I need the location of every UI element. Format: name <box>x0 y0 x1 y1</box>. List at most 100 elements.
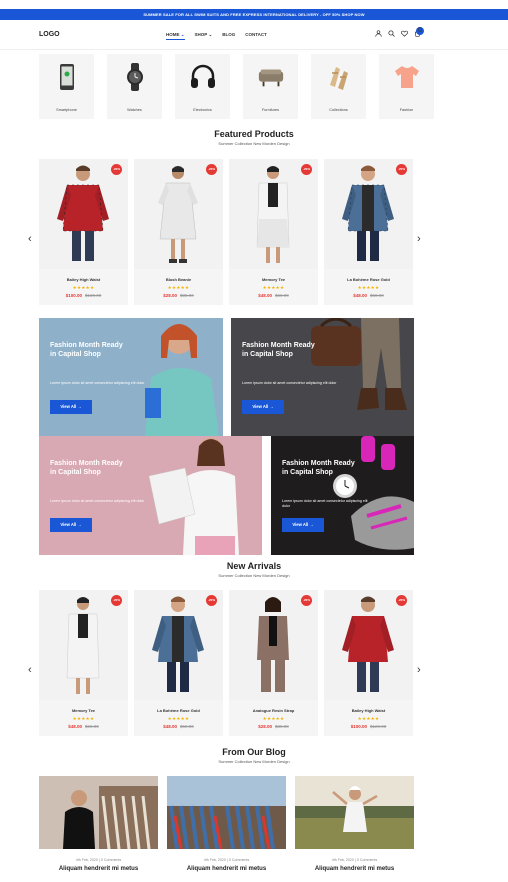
featured-next-arrow[interactable]: › <box>417 234 421 245</box>
rating-stars: ★★★★★ <box>167 716 190 721</box>
banner-title: Fashion Month Ready in Capital Shop <box>242 342 315 358</box>
nav-home[interactable]: HOME ⌄ <box>166 32 185 40</box>
category-watches[interactable]: Watches <box>107 54 162 119</box>
product-price: $48.00 $60.00 <box>68 724 99 729</box>
product-card[interactable]: -20% Analogue Resin Strap ★★★★★ $28.00 $3… <box>229 590 318 736</box>
banner-description: Lorem ipsum dolor sit amet consectetur a… <box>50 499 145 503</box>
nav-shop[interactable]: SHOP ⌄ <box>195 32 213 40</box>
blog-image[interactable] <box>39 776 158 849</box>
featured-prev-arrow[interactable]: ‹ <box>28 234 32 245</box>
view-all-button[interactable]: View All → <box>242 400 284 414</box>
category-smartphone[interactable]: Smartphone <box>39 54 94 119</box>
category-electronics[interactable]: Electronics <box>175 54 230 119</box>
featured-product-list: -20% Bailey High Waist ★★★★★ $100.00 $120… <box>39 159 413 305</box>
smartphone-icon <box>53 63 81 91</box>
rating-stars: ★★★★★ <box>357 716 380 721</box>
product-image[interactable] <box>39 159 128 269</box>
blog-title: From Our Blog <box>222 747 286 757</box>
product-card[interactable]: -20% La Bohème Rose Gold ★★★★★ $48.00 $60… <box>134 590 223 736</box>
cart-icon[interactable]: 0 <box>413 27 424 38</box>
product-card[interactable]: -20% Bailey High Waist ★★★★★ $100.00 $120… <box>324 590 413 736</box>
product-card[interactable]: -20% Memory Tee ★★★★★ $48.00 $60.00 <box>229 159 318 305</box>
product-name[interactable]: La Bohème Rose Gold <box>134 708 223 713</box>
blog-image[interactable] <box>167 776 286 849</box>
product-name[interactable]: La Bohème Rose Gold <box>324 277 413 282</box>
category-fashion[interactable]: Fashion <box>379 54 434 119</box>
rating-stars: ★★★★★ <box>167 285 190 290</box>
view-all-button[interactable]: View All → <box>282 518 324 532</box>
blog-image[interactable] <box>295 776 414 849</box>
watch-icon <box>121 63 149 91</box>
view-all-button[interactable]: View All → <box>50 518 92 532</box>
promo-banner[interactable]: Fashion Month Ready in Capital Shop Lore… <box>39 318 223 436</box>
product-name[interactable]: Bailey High Waist <box>39 277 128 282</box>
discount-badge: -20% <box>111 164 122 175</box>
arrivals-title: New Arrivals <box>226 561 282 571</box>
discount-badge: -20% <box>206 164 217 175</box>
rating-stars: ★★★★★ <box>262 285 285 290</box>
arrivals-next-arrow[interactable]: › <box>417 665 421 676</box>
view-all-button[interactable]: View All → <box>50 400 92 414</box>
product-price: $48.00 $60.00 <box>258 293 289 298</box>
product-price: $48.00 $60.00 <box>353 293 384 298</box>
product-price: $28.00 $35.00 <box>163 293 194 298</box>
category-furnitures[interactable]: Furnitures <box>243 54 298 119</box>
featured-title: Featured Products <box>214 129 294 139</box>
search-icon[interactable] <box>387 30 395 38</box>
product-image[interactable] <box>134 590 223 700</box>
product-price: $100.00 $120.00 <box>350 724 387 729</box>
blog-post-title[interactable]: Aliquam hendrerit mi metus <box>167 866 286 872</box>
heart-icon[interactable] <box>400 30 408 38</box>
ottoman-icon <box>257 63 285 91</box>
category-collections[interactable]: Collections <box>311 54 366 119</box>
arrivals-subtitle: Summer Collection New Morden Design <box>218 573 290 578</box>
product-card[interactable]: -20% Memory Tee ★★★★★ $48.00 $60.00 <box>39 590 128 736</box>
product-image[interactable] <box>39 590 128 700</box>
blog-card[interactable]: 4th Feb, 2020 | 0 Comments Aliquam hendr… <box>39 776 158 882</box>
nav-contact[interactable]: CONTACT <box>245 32 267 40</box>
blog-meta: 4th Feb, 2020 | 0 Comments <box>75 858 122 862</box>
rating-stars: ★★★★★ <box>357 285 380 290</box>
product-card[interactable]: -20% Bailey High Waist ★★★★★ $100.00 $120… <box>39 159 128 305</box>
rating-stars: ★★★★★ <box>72 716 95 721</box>
blog-post-title[interactable]: Aliquam hendrerit mi metus <box>295 866 414 872</box>
product-image[interactable] <box>229 590 318 700</box>
promo-banner[interactable]: Fashion Month Ready in Capital Shop Lore… <box>39 436 262 555</box>
product-name[interactable]: Bailey High Waist <box>324 708 413 713</box>
promo-banner[interactable]: Fashion Month Ready in Capital Shop Lore… <box>271 436 414 555</box>
blog-list: 4th Feb, 2020 | 0 Comments Aliquam hendr… <box>39 776 414 882</box>
product-image[interactable] <box>324 590 413 700</box>
blog-meta: 4th Feb, 2020 | 0 Comments <box>203 858 250 862</box>
discount-badge: -20% <box>111 595 122 606</box>
product-name[interactable]: Memory Tee <box>39 708 128 713</box>
product-name[interactable]: Analogue Resin Strap <box>229 708 318 713</box>
arrivals-prev-arrow[interactable]: ‹ <box>28 665 32 676</box>
user-icon[interactable] <box>374 30 382 38</box>
blog-card[interactable]: 4th Feb, 2020 | 0 Comments Aliquam hendr… <box>167 776 286 882</box>
product-image[interactable] <box>229 159 318 269</box>
tshirt-icon <box>393 63 421 91</box>
banner-description: Lorem ipsum dolor sit amet consectetur a… <box>242 381 337 385</box>
promo-bar[interactable]: SUMMER SALE FOR ALL SWIM SUITS AND FREE … <box>0 9 508 20</box>
product-image[interactable] <box>134 159 223 269</box>
header-actions: 0 <box>374 27 424 38</box>
product-name[interactable]: Memory Tee <box>229 277 318 282</box>
blog-card[interactable]: 4th Feb, 2020 | 0 Comments Aliquam hendr… <box>295 776 414 882</box>
discount-badge: -20% <box>396 595 407 606</box>
product-image[interactable] <box>324 159 413 269</box>
promo-banner[interactable]: Fashion Month Ready in Capital Shop Lore… <box>231 318 414 436</box>
main-nav: HOME ⌄ SHOP ⌄ BLOG CONTACT <box>166 32 267 40</box>
banner-title: Fashion Month Ready in Capital Shop <box>282 460 355 476</box>
site-logo[interactable]: LOGO <box>39 31 60 38</box>
product-price: $100.00 $120.00 <box>65 293 102 298</box>
banner-title: Fashion Month Ready in Capital Shop <box>50 460 123 476</box>
blog-post-title[interactable]: Aliquam hendrerit mi metus <box>39 866 158 872</box>
product-price: $48.00 $60.00 <box>163 724 194 729</box>
nav-blog[interactable]: BLOG <box>222 32 235 40</box>
sandals-icon <box>325 63 353 91</box>
product-card[interactable]: -20% La Bohème Rose Gold ★★★★★ $48.00 $60… <box>324 159 413 305</box>
arrivals-product-list: -20% Memory Tee ★★★★★ $48.00 $60.00 -20% … <box>39 590 413 736</box>
product-name[interactable]: Blush Beanie <box>134 277 223 282</box>
discount-badge: -20% <box>206 595 217 606</box>
product-card[interactable]: -20% Blush Beanie ★★★★★ $28.00 $35.00 <box>134 159 223 305</box>
